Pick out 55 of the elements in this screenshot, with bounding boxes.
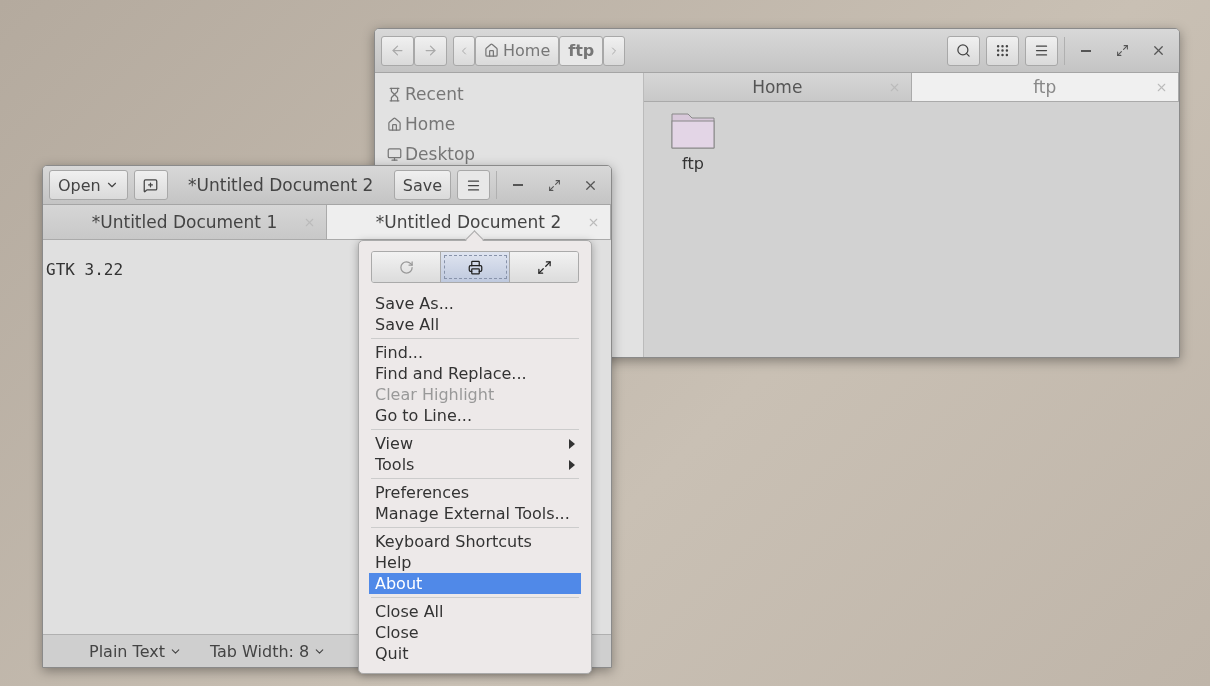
home-icon bbox=[387, 116, 402, 132]
tab[interactable]: *Untitled Document 2 bbox=[327, 205, 611, 239]
sidebar-item[interactable]: Desktop bbox=[387, 139, 643, 169]
menu-button[interactable] bbox=[1025, 35, 1058, 66]
tab[interactable]: *Untitled Document 1 bbox=[43, 205, 327, 239]
menu-item[interactable]: View bbox=[369, 433, 581, 454]
fullscreen-icon bbox=[536, 259, 552, 275]
path-button[interactable]: ftp bbox=[559, 35, 604, 66]
printer-button[interactable] bbox=[441, 252, 510, 282]
menu-item[interactable]: Close All bbox=[369, 601, 581, 622]
monitor-icon bbox=[387, 146, 402, 162]
menu-item[interactable]: Go to Line... bbox=[369, 405, 581, 426]
grid-button[interactable] bbox=[986, 35, 1019, 66]
tab[interactable]: Home bbox=[644, 73, 912, 101]
search-button[interactable] bbox=[947, 35, 980, 66]
menu-icon bbox=[466, 177, 481, 193]
save-button[interactable]: Save bbox=[393, 170, 451, 200]
maximize-icon bbox=[547, 178, 561, 192]
window-title: *Untitled Document 2 bbox=[187, 175, 375, 195]
menu-item[interactable]: Find... bbox=[369, 342, 581, 363]
minimize-icon bbox=[513, 184, 523, 186]
menu-item[interactable]: Manage External Tools... bbox=[369, 503, 581, 524]
maximize-icon bbox=[1115, 44, 1129, 57]
new-tab-button[interactable] bbox=[133, 170, 168, 200]
file-name: ftp bbox=[682, 154, 704, 173]
search-icon bbox=[956, 43, 971, 58]
menu-item[interactable]: Close bbox=[369, 622, 581, 643]
menu-item[interactable]: Find and Replace... bbox=[369, 363, 581, 384]
submenu-arrow-icon bbox=[569, 459, 575, 470]
reload-icon bbox=[398, 259, 414, 275]
submenu-arrow-icon bbox=[569, 438, 575, 449]
menu-icon bbox=[1034, 43, 1049, 58]
grid-icon bbox=[995, 43, 1010, 58]
document-text: GTK 3.22 bbox=[46, 260, 124, 279]
minimize-icon bbox=[1081, 49, 1091, 52]
printer-icon bbox=[467, 259, 483, 275]
status-dropdown[interactable]: Tab Width: 8 bbox=[203, 640, 333, 662]
menu-item[interactable]: Help bbox=[369, 552, 581, 573]
menu-item[interactable]: Keyboard Shortcuts bbox=[369, 531, 581, 552]
menu-item[interactable]: Preferences bbox=[369, 482, 581, 503]
sidebar-label: Home bbox=[405, 114, 456, 134]
open-button[interactable]: Open bbox=[49, 170, 128, 200]
status-dropdown[interactable]: Plain Text bbox=[83, 640, 188, 662]
menu-item[interactable]: Tools bbox=[369, 454, 581, 475]
hourglass-icon bbox=[387, 86, 402, 102]
sidebar-label: Desktop bbox=[405, 144, 476, 164]
menu-button[interactable] bbox=[457, 170, 490, 200]
menu-item[interactable]: Save All bbox=[369, 314, 581, 335]
path-button[interactable]: Home bbox=[475, 35, 560, 66]
new-document-icon bbox=[143, 177, 159, 193]
menu-item[interactable]: Quit bbox=[369, 643, 581, 664]
sidebar-label: Recent bbox=[405, 84, 464, 104]
home-icon bbox=[484, 43, 499, 58]
menu-item[interactable]: Save As... bbox=[369, 293, 581, 314]
forward-arrow-icon bbox=[423, 43, 438, 58]
